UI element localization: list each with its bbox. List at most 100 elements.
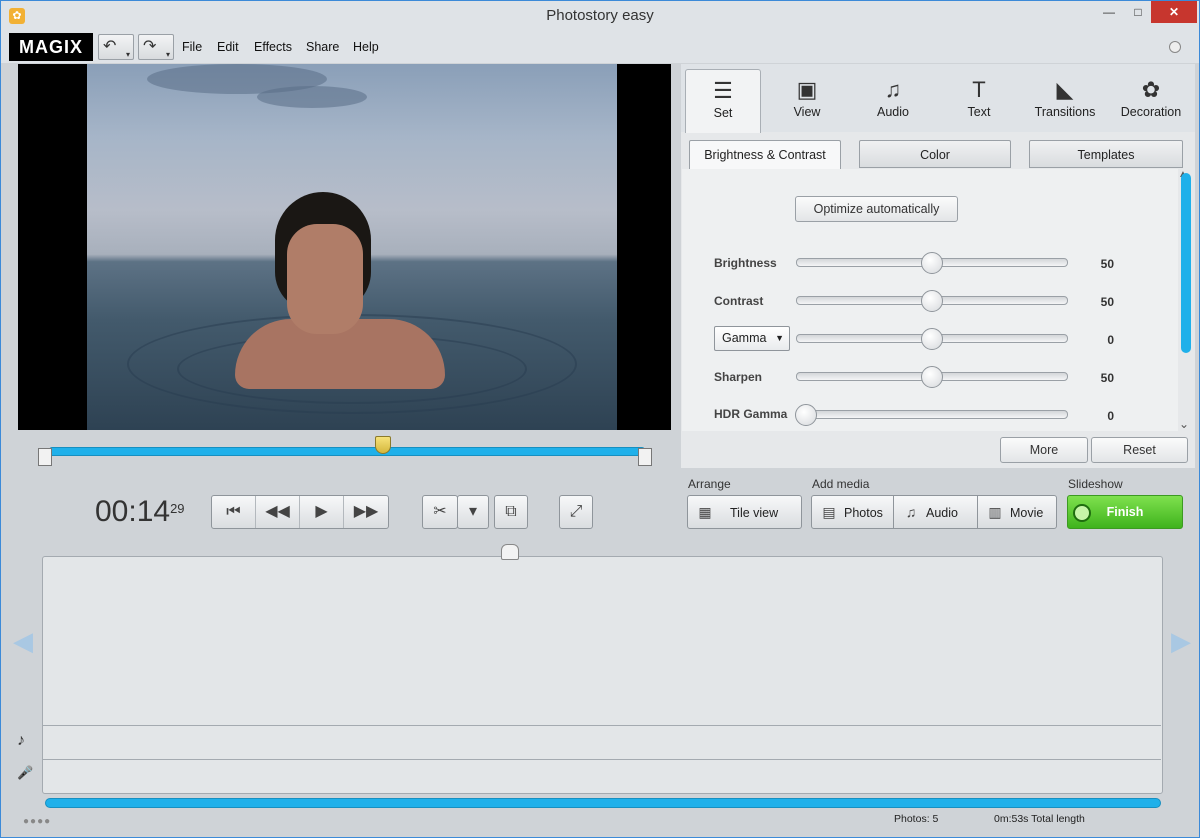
finish-button[interactable]: Finish (1067, 495, 1183, 529)
contrast-label: Contrast (714, 294, 764, 308)
tab-transitions-label: Transitions (1034, 105, 1096, 119)
arrange-label: Arrange (688, 477, 731, 491)
subtab-color[interactable]: Color (859, 140, 1011, 168)
resize-grip-icon[interactable]: ●●●● (23, 816, 51, 827)
menu-effects[interactable]: Effects (254, 40, 292, 54)
hdr-gamma-value: 0 (1107, 409, 1114, 423)
maximize-button[interactable]: □ (1123, 1, 1153, 23)
add-movie-label: Movie (1010, 506, 1044, 520)
sharpen-value: 50 (1100, 371, 1114, 385)
scroll-down-icon[interactable]: ⌄ (1179, 417, 1189, 431)
photos-count: Photos: 5 (894, 813, 939, 825)
trim-start-handle[interactable] (38, 448, 52, 466)
add-movie-button[interactable]: ▥ Movie (977, 495, 1057, 529)
cut-button[interactable]: ✂ (422, 495, 458, 529)
fullscreen-icon: ⤢ (569, 503, 583, 520)
tab-decoration[interactable]: ✿ Decoration (1113, 69, 1189, 129)
tab-audio[interactable]: ♫ Audio (855, 69, 931, 129)
redo-icon: ↷ (143, 38, 157, 55)
menu-file[interactable]: File (182, 40, 202, 54)
tab-view-label: View (793, 105, 821, 119)
subtab-templates[interactable]: Templates (1029, 140, 1183, 168)
sharpen-slider-knob[interactable] (921, 366, 943, 388)
add-audio-label: Audio (926, 506, 958, 520)
hdr-gamma-slider[interactable] (796, 410, 1068, 419)
music-track-icon: ♪ (17, 732, 25, 749)
tab-decoration-label: Decoration (1120, 105, 1182, 119)
close-button[interactable]: ✕ (1151, 1, 1197, 23)
app-window: ✿ Photostory easy — □ ✕ MAGIX ↶ ▾ ↷ ▾ Fi… (0, 0, 1200, 838)
play-icon[interactable]: ▶ (300, 496, 344, 528)
track-divider (43, 759, 1161, 760)
transition-icon: ◣ (1056, 77, 1074, 102)
add-photos-label: Photos (844, 506, 883, 520)
tab-view[interactable]: ▣ View (769, 69, 845, 129)
contrast-slider-knob[interactable] (921, 290, 943, 312)
preview-monitor[interactable] (18, 64, 671, 430)
redo-button[interactable]: ↷ ▾ (138, 34, 174, 60)
view-icon: ▣ (796, 77, 818, 102)
minimize-button[interactable]: — (1094, 1, 1124, 23)
timecode-frames: 29 (170, 501, 185, 516)
tab-transitions[interactable]: ◣ Transitions (1027, 69, 1103, 129)
rewind-icon[interactable]: ◀◀ (256, 496, 300, 528)
gamma-slider-knob[interactable] (921, 328, 943, 350)
fullscreen-button[interactable]: ⤢ (559, 495, 593, 529)
fast-forward-icon[interactable]: ▶▶ (344, 496, 388, 528)
insert-icon: ⧉ (505, 503, 517, 520)
brightness-label: Brightness (714, 256, 777, 270)
timeline-scrollbar[interactable] (45, 798, 1161, 808)
add-photos-button[interactable]: ▤ Photos (811, 495, 894, 529)
more-button[interactable]: More (1000, 437, 1088, 463)
timecode-display: 00:1429 (95, 495, 185, 529)
hdr-gamma-slider-knob[interactable] (795, 404, 817, 426)
reset-button[interactable]: Reset (1091, 437, 1188, 463)
finish-icon (1073, 504, 1091, 522)
tab-set[interactable]: ☰ Set (685, 69, 761, 133)
finish-label: Finish (1106, 505, 1144, 519)
hdr-gamma-label: HDR Gamma (714, 407, 788, 421)
menu-edit[interactable]: Edit (217, 40, 239, 54)
total-length: 0m:53s Total length (994, 813, 1085, 825)
timecode-time: 00:14 (95, 495, 171, 528)
microphone-icon: 🎤 (17, 765, 34, 780)
trim-end-handle[interactable] (638, 448, 652, 466)
film-icon: ▥ (988, 504, 1002, 520)
brightness-slider-knob[interactable] (921, 252, 943, 274)
settings-scrollbar[interactable] (1181, 173, 1191, 353)
go-to-start-icon[interactable]: ⏮ (212, 496, 256, 528)
playhead-handle[interactable] (375, 436, 391, 454)
magix-logo: MAGIX (9, 33, 93, 61)
decoration-icon: ✿ (1141, 77, 1161, 102)
scroll-left-icon[interactable]: ◀ (13, 626, 33, 657)
status-indicator-icon[interactable] (1169, 41, 1181, 53)
tab-set-label: Set (713, 106, 733, 120)
brightness-value: 50 (1100, 257, 1114, 271)
cut-options-button[interactable]: ▾ (457, 495, 489, 529)
gamma-dropdown[interactable]: Gamma ▼ (714, 326, 790, 351)
storyboard-resize-handle[interactable] (501, 544, 519, 560)
track-divider (43, 725, 1161, 726)
insert-button[interactable]: ⧉ (494, 495, 528, 529)
subtab-brightness-contrast[interactable]: Brightness & Contrast (689, 140, 841, 170)
undo-icon: ↶ (103, 38, 117, 55)
tile-view-button[interactable]: ▦ Tile view (687, 495, 802, 529)
person-face (287, 224, 363, 334)
optimize-automatically-button[interactable]: Optimize automatically (795, 196, 958, 222)
tab-audio-label: Audio (877, 105, 909, 119)
contrast-value: 50 (1100, 295, 1114, 309)
window-title: Photostory easy (546, 7, 654, 24)
sliders-icon: ☰ (713, 78, 733, 103)
photos-icon: ▤ (822, 504, 836, 520)
playback-scrubber[interactable] (49, 447, 645, 456)
tab-text[interactable]: T Text (941, 69, 1017, 129)
menu-help[interactable]: Help (353, 40, 379, 54)
preview-photo (87, 64, 617, 430)
scissors-icon: ✂ (433, 503, 447, 520)
undo-button[interactable]: ↶ ▾ (98, 34, 134, 60)
add-audio-button[interactable]: ♫ Audio (893, 495, 978, 529)
menu-share[interactable]: Share (306, 40, 339, 54)
transport-controls: ⏮ ◀◀ ▶ ▶▶ (211, 495, 389, 529)
menu-bar: MAGIX ↶ ▾ ↷ ▾ File Edit Effects Share He… (1, 31, 1199, 63)
scroll-right-icon[interactable]: ▶ (1171, 626, 1191, 657)
